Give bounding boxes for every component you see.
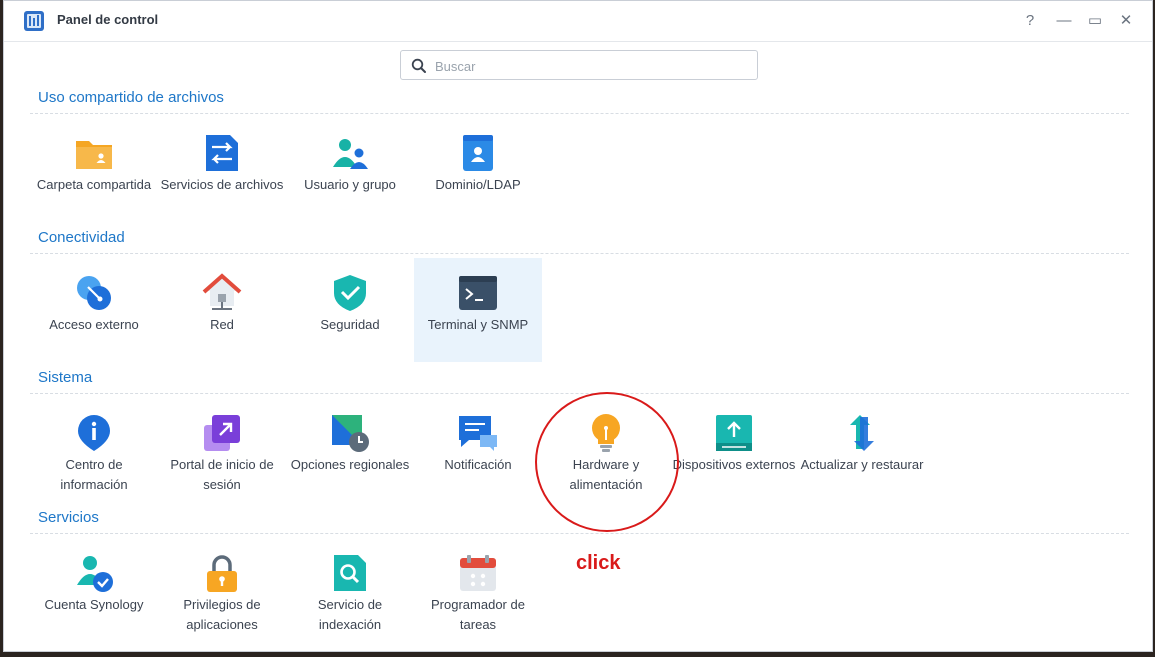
tile-user-group[interactable]: Usuario y grupo xyxy=(286,118,414,222)
external-devices-icon xyxy=(716,415,752,451)
external-access-icon xyxy=(77,276,111,310)
tile-label: Carpeta compartida xyxy=(36,177,152,192)
tile-indexing-service[interactable]: Servicio de indexación xyxy=(286,538,414,642)
tile-login-portal[interactable]: Portal de inicio de sesión xyxy=(158,398,286,502)
synology-account-icon xyxy=(77,556,113,592)
tile-label: Programador de tareas xyxy=(431,597,525,632)
user-group-icon xyxy=(333,139,368,169)
tile-label: Dispositivos externos xyxy=(672,457,796,472)
tile-terminal-snmp[interactable]: Terminal y SNMP xyxy=(414,258,542,362)
terminal-icon xyxy=(459,276,497,310)
domain-ldap-icon xyxy=(463,135,493,171)
file-services-icon xyxy=(206,135,238,171)
minimize-button[interactable]: — xyxy=(1054,11,1074,31)
tile-external-access[interactable]: Acceso externo xyxy=(30,258,158,362)
section-divider xyxy=(30,533,1129,534)
tile-regional-options[interactable]: Opciones regionales xyxy=(286,398,414,502)
tile-label: Servicios de archivos xyxy=(160,177,284,192)
close-button[interactable]: ✕ xyxy=(1116,11,1136,31)
title-bar[interactable]: Panel de control ? — ▭ ✕ xyxy=(4,1,1152,42)
task-scheduler-icon xyxy=(460,555,496,591)
tile-label: Acceso externo xyxy=(49,317,139,332)
tile-synology-account[interactable]: Cuenta Synology xyxy=(30,538,158,642)
shared-folder-icon xyxy=(76,141,112,169)
section-title-file-sharing: Uso compartido de archivos xyxy=(38,89,224,106)
tile-label: Notificación xyxy=(444,457,512,472)
tile-label: Servicio de indexación xyxy=(317,597,383,632)
search-input[interactable] xyxy=(433,55,737,77)
tile-notification[interactable]: Notificación xyxy=(414,398,542,502)
control-panel-app-icon xyxy=(24,11,44,31)
maximize-button[interactable]: ▭ xyxy=(1085,11,1105,31)
notification-icon xyxy=(459,416,497,451)
section-title-connectivity: Conectividad xyxy=(38,229,125,246)
search-box[interactable] xyxy=(400,50,758,80)
tile-network[interactable]: Red xyxy=(158,258,286,362)
tile-external-devices[interactable]: Dispositivos externos xyxy=(670,398,798,502)
tile-label: Dominio/LDAP xyxy=(435,177,521,192)
tile-label: Red xyxy=(210,317,234,332)
help-button[interactable]: ? xyxy=(1020,11,1040,31)
login-portal-icon xyxy=(204,415,240,451)
tile-label: Opciones regionales xyxy=(290,457,410,472)
tile-info-center[interactable]: Centro de información xyxy=(30,398,158,502)
tile-label: Cuenta Synology xyxy=(44,597,144,612)
section-title-system: Sistema xyxy=(38,369,93,386)
tile-label: Centro de información xyxy=(60,457,128,492)
indexing-service-icon xyxy=(334,555,366,591)
tile-task-scheduler[interactable]: Programador de tareas xyxy=(414,538,542,642)
tile-label: Privilegios de aplicaciones xyxy=(183,597,261,632)
tile-label: Seguridad xyxy=(320,317,380,332)
window-title: Panel de control xyxy=(57,12,159,27)
tile-security[interactable]: Seguridad xyxy=(286,258,414,362)
section-divider xyxy=(30,113,1129,114)
info-center-icon xyxy=(78,415,110,451)
app-privileges-lock-icon xyxy=(207,555,237,592)
tile-domain-ldap[interactable]: Dominio/LDAP xyxy=(414,118,542,222)
click-annotation: click xyxy=(576,552,621,574)
security-shield-icon xyxy=(334,275,366,311)
tile-app-privileges[interactable]: Privilegios de aplicaciones xyxy=(158,538,286,642)
network-home-icon xyxy=(202,273,242,310)
tile-label: Portal de inicio de sesión xyxy=(170,457,274,492)
tile-shared-folder[interactable]: Carpeta compartida xyxy=(30,118,158,222)
regional-options-icon xyxy=(332,415,369,452)
section-title-services: Servicios xyxy=(38,509,99,526)
tile-label: Usuario y grupo xyxy=(304,177,396,192)
tile-file-services[interactable]: Servicios de archivos xyxy=(158,118,286,222)
tile-label: Actualizar y restaurar xyxy=(800,457,924,472)
update-restore-icon xyxy=(850,415,874,451)
search-icon xyxy=(411,58,426,73)
section-divider xyxy=(30,393,1129,394)
tile-label: Terminal y SNMP xyxy=(427,317,529,332)
section-divider xyxy=(30,253,1129,254)
tile-update-restore[interactable]: Actualizar y restaurar xyxy=(798,398,926,502)
highlight-circle-annotation xyxy=(535,392,679,532)
